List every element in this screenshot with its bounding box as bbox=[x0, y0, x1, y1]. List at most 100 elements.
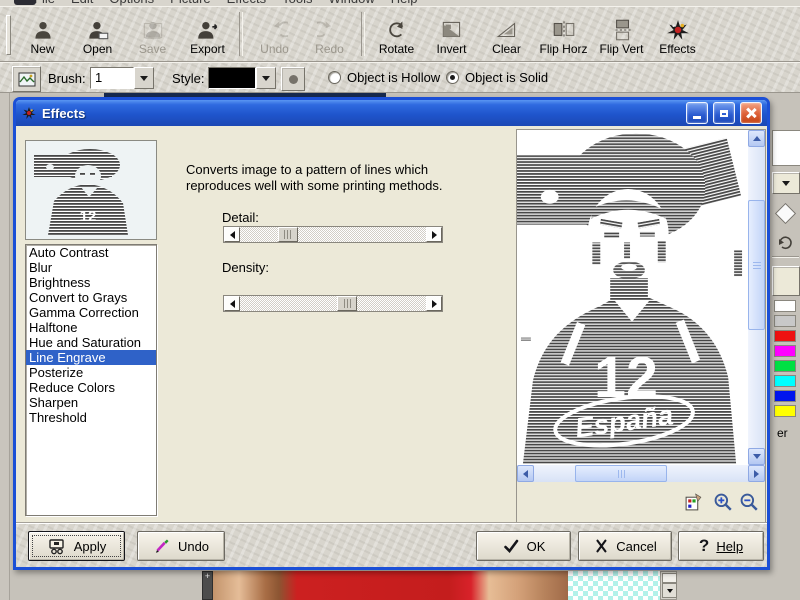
rotate-label: Rotate bbox=[378, 42, 415, 56]
dialog-title: Effects bbox=[42, 105, 86, 121]
scroll-down-button[interactable] bbox=[748, 448, 765, 465]
detail-label: Detail: bbox=[222, 210, 259, 225]
effects-list-item[interactable]: Gamma Correction bbox=[26, 305, 156, 320]
scroll-left-button[interactable] bbox=[517, 465, 534, 482]
effects-list-item-selected[interactable]: Line Engrave bbox=[26, 350, 156, 365]
zoom-out-icon[interactable] bbox=[739, 492, 759, 512]
style-label: Style: bbox=[172, 71, 205, 86]
radio-hollow[interactable] bbox=[328, 71, 341, 84]
undo-label: Undo bbox=[260, 42, 289, 56]
density-label: Density: bbox=[222, 260, 269, 275]
zoom-in-icon[interactable] bbox=[713, 492, 733, 512]
redo-button[interactable]: Redo bbox=[302, 7, 357, 61]
image-tool-button[interactable] bbox=[12, 66, 41, 92]
effects-list-item[interactable]: Reduce Colors bbox=[26, 380, 156, 395]
brush-select[interactable]: 1 bbox=[90, 67, 154, 89]
effects-list-item[interactable]: Posterize bbox=[26, 365, 156, 380]
side-tool-button[interactable] bbox=[772, 266, 800, 296]
invert-icon bbox=[442, 21, 460, 38]
palette-swatch-blue[interactable] bbox=[774, 390, 796, 402]
new-button[interactable]: New bbox=[15, 7, 70, 61]
effects-list-item[interactable]: Blur bbox=[26, 260, 156, 275]
effects-list-item[interactable]: Brightness bbox=[26, 275, 156, 290]
preview-image: 12 España bbox=[517, 130, 748, 465]
effects-list-item[interactable]: Threshold bbox=[26, 410, 156, 425]
check-icon bbox=[503, 539, 518, 553]
scrollbar-thumb[interactable] bbox=[575, 465, 667, 482]
effects-list-item[interactable]: Hue and Saturation bbox=[26, 335, 156, 350]
preview-vertical-scrollbar[interactable] bbox=[748, 130, 765, 465]
preview-horizontal-scrollbar[interactable] bbox=[517, 465, 765, 482]
object-hollow-option[interactable]: Object is Hollow bbox=[328, 70, 440, 85]
ok-button[interactable]: OK bbox=[476, 531, 571, 561]
brush-dropdown-button[interactable] bbox=[134, 67, 154, 89]
open-label: Open bbox=[82, 42, 113, 56]
dialog-titlebar[interactable]: Effects bbox=[16, 100, 767, 126]
undo-effect-button[interactable]: Undo bbox=[137, 531, 225, 561]
close-button[interactable] bbox=[740, 102, 762, 124]
radio-hollow-label: Object is Hollow bbox=[347, 70, 441, 85]
clear-button[interactable]: Clear bbox=[479, 7, 534, 61]
density-slider-thumb[interactable] bbox=[337, 296, 358, 311]
effects-list-item[interactable]: Convert to Grays bbox=[26, 290, 156, 305]
canvas-vertical-scrollbar[interactable] bbox=[660, 571, 677, 600]
chevron-left-icon bbox=[523, 469, 528, 478]
density-increase-button[interactable] bbox=[426, 296, 442, 311]
scrollbar-thumb[interactable] bbox=[662, 573, 677, 583]
palette-swatch-cyan[interactable] bbox=[774, 375, 796, 387]
minimize-button[interactable] bbox=[686, 102, 708, 124]
save-label: Save bbox=[138, 42, 167, 56]
density-decrease-button[interactable] bbox=[224, 296, 240, 311]
style-select[interactable] bbox=[208, 67, 276, 89]
scroll-right-button[interactable] bbox=[748, 465, 765, 482]
engraved-thumbnail-image: 12 bbox=[28, 143, 154, 237]
flip-vert-button[interactable]: Flip Vert bbox=[593, 7, 650, 61]
open-button[interactable]: Open bbox=[70, 7, 125, 61]
maximize-button[interactable] bbox=[713, 102, 735, 124]
density-slider[interactable] bbox=[223, 295, 443, 312]
eraser-tool-icon[interactable] bbox=[774, 202, 797, 225]
palette-swatch-green[interactable] bbox=[774, 360, 796, 372]
engraved-preview-image: 12 España bbox=[517, 131, 748, 464]
cancel-button[interactable]: Cancel bbox=[578, 531, 672, 561]
effects-list-item[interactable]: Sharpen bbox=[26, 395, 156, 410]
palette-swatch-white[interactable] bbox=[774, 300, 796, 312]
help-button[interactable]: ? Help bbox=[678, 531, 764, 561]
color-picker-icon[interactable] bbox=[684, 493, 703, 512]
effects-button[interactable]: Effects bbox=[650, 7, 705, 61]
toolbar-grip[interactable] bbox=[6, 15, 11, 55]
undo-button[interactable]: Undo bbox=[247, 7, 302, 61]
new-label: New bbox=[30, 42, 55, 56]
color-dot-button[interactable] bbox=[281, 67, 305, 91]
palette-swatch-gray[interactable] bbox=[774, 315, 796, 327]
effects-list-item[interactable]: Auto Contrast bbox=[26, 245, 156, 260]
palette-swatch-yellow[interactable] bbox=[774, 405, 796, 417]
apply-button[interactable]: Apply bbox=[28, 531, 125, 561]
object-solid-option[interactable]: Object is Solid bbox=[446, 70, 548, 85]
scroll-down-button[interactable] bbox=[662, 583, 677, 598]
close-icon bbox=[746, 108, 756, 118]
clear-label: Clear bbox=[492, 42, 521, 56]
rotate-button[interactable]: Rotate bbox=[369, 7, 424, 61]
refresh-arrows-icon[interactable] bbox=[776, 233, 794, 251]
style-dropdown-button[interactable] bbox=[256, 67, 276, 89]
export-button[interactable]: Export bbox=[180, 7, 235, 61]
effects-list-item[interactable]: Halftone bbox=[26, 320, 156, 335]
palette-swatch-red[interactable] bbox=[774, 330, 796, 342]
scroll-up-button[interactable] bbox=[748, 130, 765, 147]
invert-button[interactable]: Invert bbox=[424, 7, 479, 61]
detail-slider-thumb[interactable] bbox=[277, 227, 298, 242]
detail-increase-button[interactable] bbox=[426, 227, 442, 242]
palette-swatch-magenta[interactable] bbox=[774, 345, 796, 357]
detail-slider[interactable] bbox=[223, 226, 443, 243]
x-icon bbox=[596, 539, 607, 553]
radio-solid-label: Object is Solid bbox=[465, 70, 549, 85]
save-button[interactable]: Save bbox=[125, 7, 180, 61]
effects-list[interactable]: Auto Contrast Blur Brightness Convert to… bbox=[25, 244, 157, 516]
radio-solid[interactable] bbox=[446, 71, 459, 84]
scrollbar-thumb[interactable] bbox=[748, 200, 765, 330]
toolbar-separator bbox=[361, 12, 365, 56]
side-dropdown-button[interactable] bbox=[772, 172, 800, 194]
flip-horz-button[interactable]: Flip Horz bbox=[534, 7, 593, 61]
detail-decrease-button[interactable] bbox=[224, 227, 240, 242]
